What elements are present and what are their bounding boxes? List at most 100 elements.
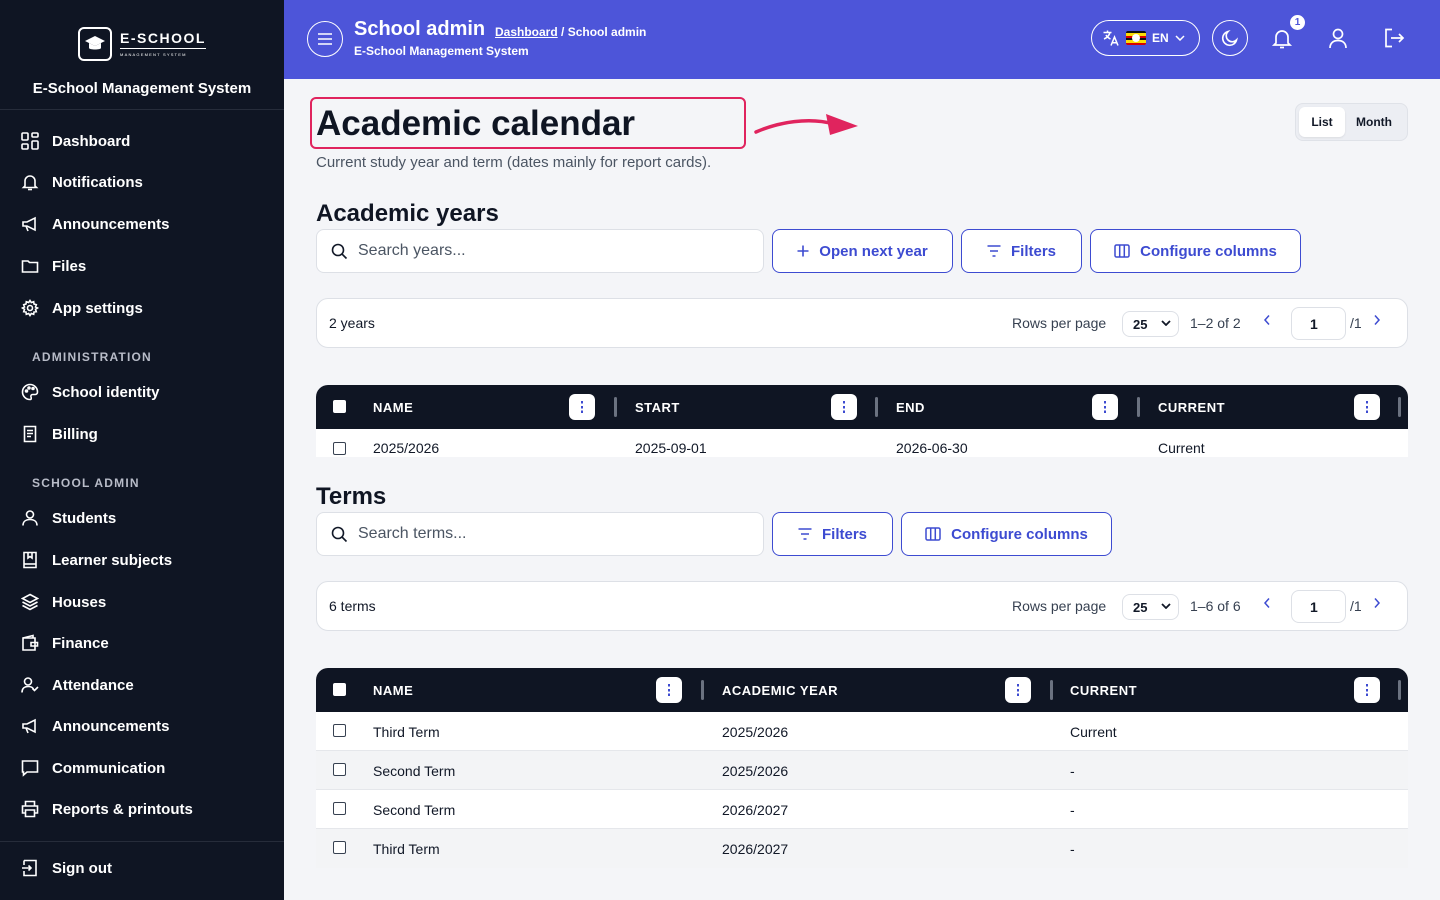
folder-icon	[20, 256, 40, 276]
layers-icon	[20, 592, 40, 612]
language-selector[interactable]: EN	[1091, 20, 1200, 56]
terms-search-input[interactable]: Search terms...	[316, 512, 764, 556]
app-logo[interactable]: E-SCHOOL MANAGEMENT SYSTEM	[78, 27, 206, 61]
sidebar-item-app-settings[interactable]: App settings	[0, 288, 284, 328]
search-placeholder: Search years...	[358, 242, 466, 259]
years-configure-columns-button[interactable]: Configure columns	[1090, 229, 1301, 273]
rows-per-page-select[interactable]: 25	[1122, 594, 1179, 620]
search-placeholder: Search terms...	[358, 525, 467, 542]
column-resize-handle[interactable]	[1050, 680, 1053, 700]
receipt-icon	[20, 424, 40, 444]
sidebar-item-announcements-admin[interactable]: Announcements	[0, 706, 284, 746]
chevron-right-icon[interactable]	[1373, 314, 1381, 326]
cell-start: 2025-09-01	[635, 440, 707, 456]
table-row[interactable]: Third Term 2026/2027 -	[316, 829, 1408, 868]
rows-per-page-label: Rows per page	[1012, 315, 1107, 331]
page-range: 1–2 of 2	[1190, 315, 1241, 331]
sidebar-item-announcements[interactable]: Announcements	[0, 204, 284, 244]
years-search-input[interactable]: Search years...	[316, 229, 764, 273]
years-count: 2 years	[329, 315, 375, 331]
logout-button[interactable]	[1382, 26, 1406, 50]
top-header: School admin Dashboard / School admin E-…	[284, 0, 1440, 79]
graduation-cap-icon	[78, 27, 113, 61]
terms-title: Terms	[316, 483, 387, 510]
list-view-button[interactable]: List	[1299, 107, 1345, 137]
column-header-end: END	[896, 400, 925, 415]
notifications-button[interactable]	[1270, 26, 1294, 50]
column-resize-handle[interactable]	[1398, 680, 1401, 700]
chevron-left-icon[interactable]	[1263, 597, 1271, 609]
column-resize-handle[interactable]	[875, 397, 878, 417]
open-next-year-button[interactable]: Open next year	[772, 229, 953, 273]
sidebar-item-houses[interactable]: Houses	[0, 582, 284, 622]
column-menu-icon[interactable]	[656, 677, 682, 703]
column-resize-handle[interactable]	[701, 680, 704, 700]
breadcrumb-dashboard-link[interactable]: Dashboard	[495, 25, 558, 39]
sidebar-item-billing[interactable]: Billing	[0, 414, 284, 454]
user-icon	[20, 508, 40, 528]
book-icon	[20, 550, 40, 570]
sidebar-item-communication[interactable]: Communication	[0, 748, 284, 788]
terms-filters-button[interactable]: Filters	[772, 512, 893, 556]
bell-icon	[20, 172, 40, 192]
sidebar-item-label: Dashboard	[52, 132, 131, 150]
years-filters-button[interactable]: Filters	[961, 229, 1082, 273]
sidebar-item-reports[interactable]: Reports & printouts	[0, 789, 284, 829]
sidebar-item-dashboard[interactable]: Dashboard	[0, 121, 284, 161]
column-resize-handle[interactable]	[1137, 397, 1140, 417]
terms-count: 6 terms	[329, 598, 376, 614]
sidebar-item-finance[interactable]: Finance	[0, 623, 284, 663]
column-menu-icon[interactable]	[1092, 394, 1118, 420]
cell-current: -	[1070, 841, 1075, 857]
column-header-start: START	[635, 400, 680, 415]
select-all-checkbox[interactable]	[333, 400, 346, 413]
theme-toggle-button[interactable]	[1212, 20, 1248, 56]
printer-icon	[20, 799, 40, 819]
sidebar-item-notifications[interactable]: Notifications	[0, 162, 284, 202]
filters-label: Filters	[1010, 242, 1056, 260]
academic-years-table: NAME START END CURRENT 2025/2026 2025-09…	[316, 385, 1408, 457]
cell-name: Third Term	[373, 841, 440, 857]
page-number-input[interactable]: 1	[1291, 590, 1346, 623]
cell-academic-year: 2025/2026	[722, 763, 789, 779]
sidebar-item-label: Communication	[52, 759, 166, 777]
page-number-input[interactable]: 1	[1291, 307, 1346, 340]
column-menu-icon[interactable]	[1354, 677, 1380, 703]
table-row[interactable]: Second Term 2025/2026 -	[316, 751, 1408, 790]
sign-out-button[interactable]: Sign out	[0, 848, 284, 888]
column-menu-icon[interactable]	[1005, 677, 1031, 703]
row-checkbox[interactable]	[333, 841, 346, 854]
menu-toggle-button[interactable]	[307, 21, 343, 57]
cell-current: Current	[1070, 724, 1117, 740]
row-checkbox[interactable]	[333, 724, 346, 737]
column-resize-handle[interactable]	[614, 397, 617, 417]
row-checkbox[interactable]	[333, 763, 346, 776]
column-menu-icon[interactable]	[569, 394, 595, 420]
sidebar-item-school-identity[interactable]: School identity	[0, 372, 284, 412]
terms-configure-columns-button[interactable]: Configure columns	[901, 512, 1112, 556]
sidebar-item-students[interactable]: Students	[0, 498, 284, 538]
rows-per-page-select[interactable]: 25	[1122, 311, 1179, 337]
table-row[interactable]: 2025/2026 2025-09-01 2026-06-30 Current	[316, 429, 1408, 457]
rows-per-page-label: Rows per page	[1012, 598, 1107, 614]
cell-name: Second Term	[373, 802, 456, 818]
column-resize-handle[interactable]	[1398, 397, 1401, 417]
sidebar-item-files[interactable]: Files	[0, 246, 284, 286]
row-checkbox[interactable]	[333, 802, 346, 815]
row-checkbox[interactable]	[333, 442, 346, 455]
palette-icon	[20, 382, 40, 402]
column-menu-icon[interactable]	[831, 394, 857, 420]
sign-out-icon	[20, 858, 40, 878]
chevron-left-icon[interactable]	[1263, 314, 1271, 326]
profile-button[interactable]	[1326, 26, 1350, 50]
select-all-checkbox[interactable]	[333, 683, 346, 696]
column-menu-icon[interactable]	[1354, 394, 1380, 420]
chevron-right-icon[interactable]	[1373, 597, 1381, 609]
sidebar-item-learner-subjects[interactable]: Learner subjects	[0, 540, 284, 580]
sidebar-item-attendance[interactable]: Attendance	[0, 665, 284, 705]
translate-icon	[1102, 29, 1120, 47]
logo-subtext: MANAGEMENT SYSTEM	[120, 52, 187, 57]
table-row[interactable]: Third Term 2025/2026 Current	[316, 712, 1408, 751]
table-row[interactable]: Second Term 2026/2027 -	[316, 790, 1408, 829]
month-view-button[interactable]: Month	[1345, 107, 1403, 137]
